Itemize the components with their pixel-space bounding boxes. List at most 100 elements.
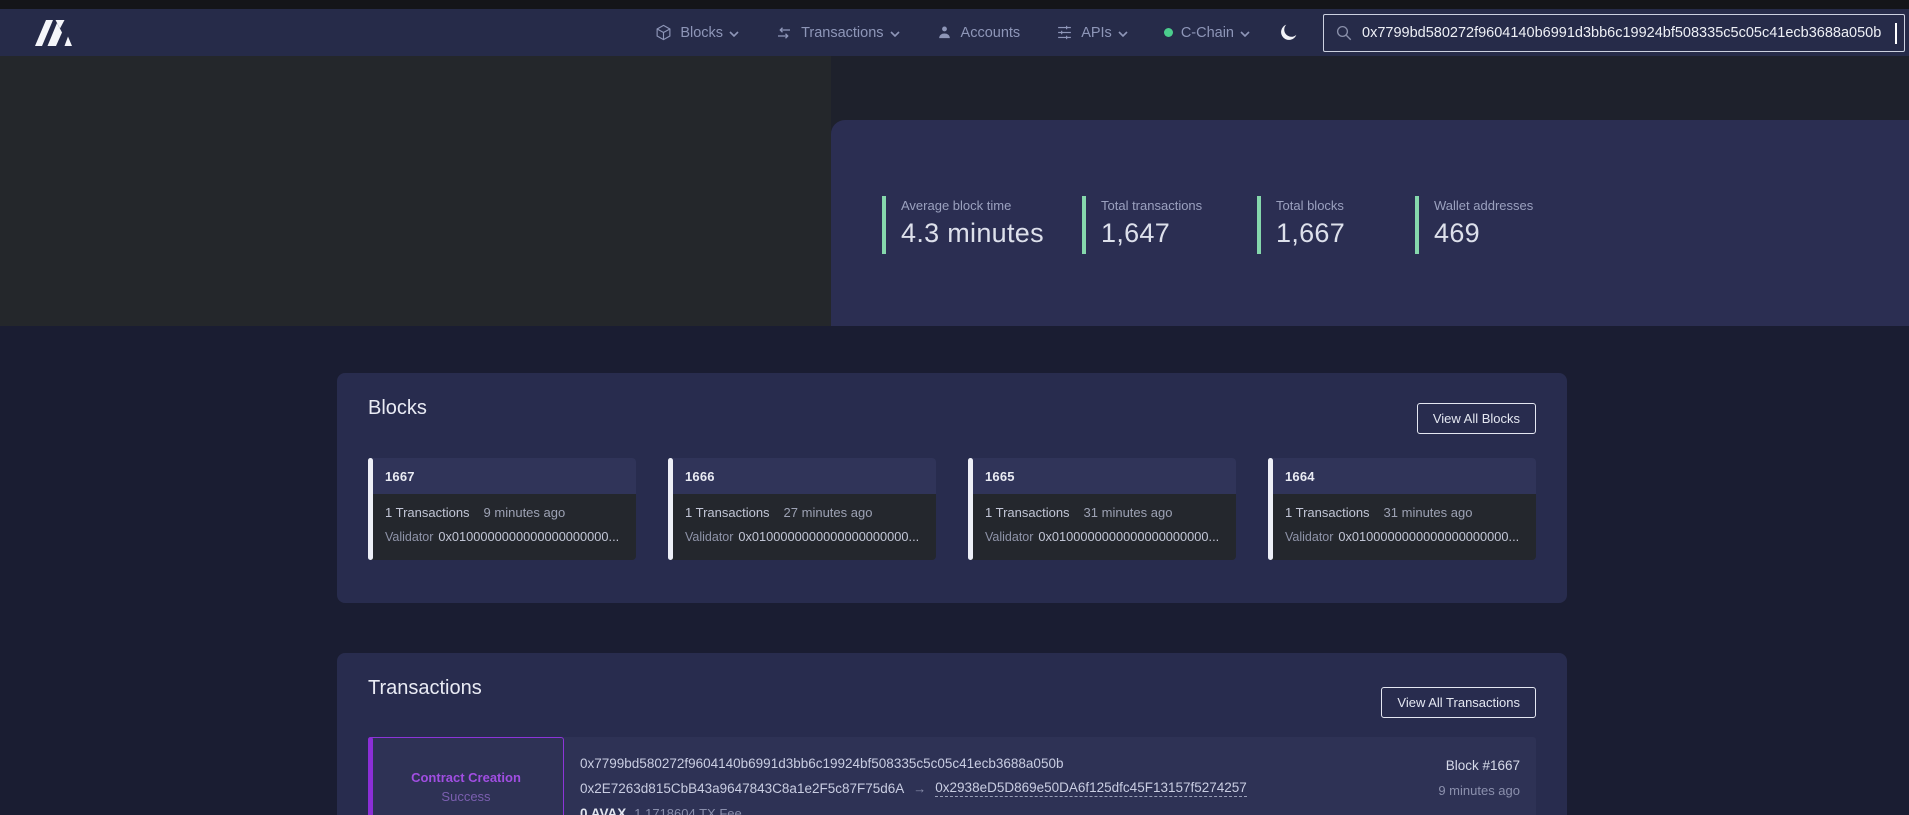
block-card[interactable]: 1667 1 Transactions 9 minutes ago Valida… <box>368 458 636 560</box>
block-age: 27 minutes ago <box>784 505 873 520</box>
top-strip <box>0 0 1909 9</box>
avalanche-logo-icon <box>30 17 82 49</box>
chevron-down-icon <box>890 31 900 37</box>
arrow-right-icon: → <box>913 781 926 796</box>
hero-backdrop-left <box>0 56 831 326</box>
block-age: 31 minutes ago <box>1384 505 1473 520</box>
person-icon <box>936 24 953 41</box>
block-number: 1667 <box>385 469 415 484</box>
to-address-link[interactable]: 0x2938eD5D869e50DA6f125dfc45F13157f52742… <box>935 780 1247 797</box>
block-age: 31 minutes ago <box>1084 505 1173 520</box>
validator-label: Validator <box>1285 530 1333 544</box>
stat-average-block-time: Average block time 4.3 minutes <box>882 196 1044 254</box>
nav-item-label: Blocks <box>680 25 723 41</box>
chevron-down-icon <box>1118 31 1128 37</box>
avalanche-logo[interactable] <box>30 17 82 49</box>
chevron-down-icon <box>1240 31 1250 37</box>
transaction-details: 0x7799bd580272f9604140b6991d3bb6c19924bf… <box>580 737 1247 815</box>
nav-item-label: Transactions <box>801 25 883 41</box>
nav-item-label: C-Chain <box>1181 25 1234 41</box>
card-accent-bar <box>668 458 673 560</box>
transaction-hash-link[interactable]: 0x7799bd580272f9604140b6991d3bb6c19924bf… <box>580 756 1247 771</box>
stat-value: 469 <box>1434 218 1533 249</box>
block-card-body: 1 Transactions 31 minutes ago Validator 0… <box>970 494 1236 560</box>
sliders-icon <box>1056 24 1073 41</box>
block-card[interactable]: 1665 1 Transactions 31 minutes ago Valid… <box>968 458 1236 560</box>
block-number: 1664 <box>1285 469 1315 484</box>
validator-address: 0x0100000000000000000000... <box>1038 529 1219 544</box>
block-card[interactable]: 1664 1 Transactions 31 minutes ago Valid… <box>1268 458 1536 560</box>
green-status-dot <box>1164 28 1173 37</box>
block-card[interactable]: 1666 1 Transactions 27 minutes ago Valid… <box>668 458 936 560</box>
block-number: 1665 <box>985 469 1015 484</box>
stat-total-transactions: Total transactions 1,647 <box>1082 196 1202 254</box>
navbar: Blocks Transactions <box>0 9 1909 56</box>
stats-panel: Average block time 4.3 minutes Total tra… <box>831 120 1909 326</box>
block-card-header: 1667 <box>370 458 636 494</box>
view-all-blocks-button[interactable]: View All Blocks <box>1417 403 1536 434</box>
page: Blocks Transactions <box>0 0 1909 815</box>
transaction-amount: 0 AVAX <box>580 806 626 815</box>
block-tx-count: 1 Transactions <box>985 505 1070 520</box>
block-tx-count: 1 Transactions <box>685 505 770 520</box>
stat-label: Wallet addresses <box>1434 198 1533 213</box>
block-link[interactable]: Block #1667 <box>1446 758 1520 773</box>
stat-value: 1,667 <box>1276 218 1345 249</box>
stat-label: Average block time <box>901 198 1044 213</box>
block-card-header: 1666 <box>670 458 936 494</box>
nav-item-transactions[interactable]: Transactions <box>775 24 899 42</box>
nav-item-label: APIs <box>1081 25 1112 41</box>
stat-label: Total blocks <box>1276 198 1345 213</box>
transaction-meta: Block #1667 9 minutes ago <box>1438 737 1520 798</box>
validator-label: Validator <box>385 530 433 544</box>
card-accent-bar <box>368 458 373 560</box>
chevron-down-icon <box>729 31 739 37</box>
nav-item-apis[interactable]: APIs <box>1056 24 1128 41</box>
validator-address: 0x0100000000000000000000... <box>1338 529 1519 544</box>
validator-label: Validator <box>685 530 733 544</box>
dark-mode-toggle[interactable] <box>1278 22 1299 43</box>
block-card-header: 1665 <box>970 458 1236 494</box>
nav-item-label: Accounts <box>961 25 1021 41</box>
view-all-transactions-button[interactable]: View All Transactions <box>1381 687 1536 718</box>
blocks-section-title: Blocks <box>368 397 427 420</box>
block-card-body: 1 Transactions 27 minutes ago Validator 0… <box>670 494 936 560</box>
block-card-body: 1 Transactions 31 minutes ago Validator 0… <box>1270 494 1536 560</box>
block-number: 1666 <box>685 469 715 484</box>
transaction-status-box: Contract Creation Success <box>368 737 564 815</box>
search-icon <box>1335 24 1353 42</box>
validator-address: 0x0100000000000000000000... <box>738 529 919 544</box>
transaction-status: Success <box>441 789 490 804</box>
transaction-row[interactable]: Contract Creation Success 0x7799bd580272… <box>368 737 1536 815</box>
blocks-section: Blocks View All Blocks 1667 1 Transactio… <box>337 373 1567 603</box>
block-cards-row: 1667 1 Transactions 9 minutes ago Valida… <box>368 458 1536 560</box>
block-card-body: 1 Transactions 9 minutes ago Validator0x… <box>370 494 636 560</box>
validator-address: 0x0100000000000000000000... <box>438 529 619 544</box>
stat-value: 1,647 <box>1101 218 1202 249</box>
nav-item-accounts[interactable]: Accounts <box>936 24 1021 41</box>
from-address-link[interactable]: 0x2E7263d815CbB43a9647843C8a1e2F5c87F75d… <box>580 781 904 796</box>
transaction-fee: 1.1718604 TX Fee <box>634 806 741 815</box>
nav-item-blocks[interactable]: Blocks <box>655 24 739 41</box>
stat-wallet-addresses: Wallet addresses 469 <box>1415 196 1533 254</box>
block-tx-count: 1 Transactions <box>1285 505 1370 520</box>
transactions-section: Transactions View All Transactions Contr… <box>337 653 1567 815</box>
block-age: 9 minutes ago <box>484 505 566 520</box>
transactions-section-title: Transactions <box>368 677 482 700</box>
transaction-type: Contract Creation <box>411 770 521 785</box>
search-box <box>1323 14 1905 52</box>
nav-item-c-chain[interactable]: C-Chain <box>1164 25 1250 41</box>
hero-section: Average block time 4.3 minutes Total tra… <box>0 56 1909 326</box>
card-accent-bar <box>1268 458 1273 560</box>
nav-menu: Blocks Transactions <box>655 24 1250 42</box>
cube-icon <box>655 24 672 41</box>
text-caret <box>1895 23 1897 44</box>
validator-label: Validator <box>985 530 1033 544</box>
moon-icon <box>1278 22 1299 43</box>
stat-label: Total transactions <box>1101 198 1202 213</box>
search-input[interactable] <box>1362 15 1904 51</box>
stat-value: 4.3 minutes <box>901 218 1044 249</box>
block-card-header: 1664 <box>1270 458 1536 494</box>
transaction-age: 9 minutes ago <box>1438 783 1520 798</box>
stat-total-blocks: Total blocks 1,667 <box>1257 196 1345 254</box>
